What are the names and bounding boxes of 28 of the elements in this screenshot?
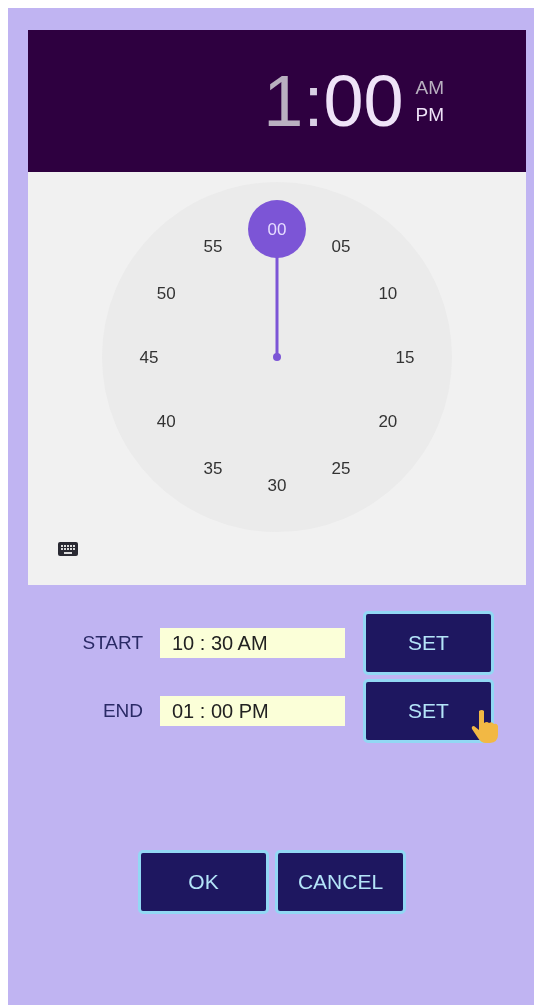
keyboard-icon[interactable] [58, 542, 78, 556]
clock-number[interactable]: 45 [139, 348, 159, 367]
time-separator: : [303, 65, 324, 137]
cancel-button[interactable]: CANCEL [275, 850, 406, 914]
clock-face[interactable] [102, 182, 452, 532]
clock-number[interactable]: 35 [203, 458, 223, 478]
clock-number[interactable]: 25 [331, 458, 351, 478]
field-label: START [81, 632, 144, 654]
clock-number[interactable]: 20 [378, 412, 398, 431]
field-label: END [101, 700, 144, 722]
period-option[interactable]: PM [415, 105, 444, 124]
clock-number[interactable]: 40 [156, 412, 176, 431]
clock-number[interactable]: 15 [395, 348, 415, 367]
clock-number[interactable]: 10 [378, 284, 398, 303]
set-button[interactable]: SET [363, 611, 494, 675]
clock-number[interactable]: 50 [156, 284, 176, 303]
time-field[interactable]: 10 : 30 AM [160, 628, 345, 658]
minute-text[interactable]: 00 [323, 65, 404, 137]
clock-hand[interactable] [248, 200, 306, 361]
ok-button[interactable]: OK [138, 850, 269, 914]
clock-number[interactable]: 00 [267, 220, 287, 239]
time-field[interactable]: 01 : 00 PM [160, 696, 345, 726]
clock-number[interactable]: 05 [331, 237, 351, 257]
set-button[interactable]: SET [363, 679, 494, 743]
period-option[interactable]: AM [415, 78, 444, 97]
clock-number[interactable]: 30 [267, 476, 287, 495]
hour-text[interactable]: 1 [263, 65, 304, 137]
clock-number[interactable]: 55 [203, 237, 223, 257]
